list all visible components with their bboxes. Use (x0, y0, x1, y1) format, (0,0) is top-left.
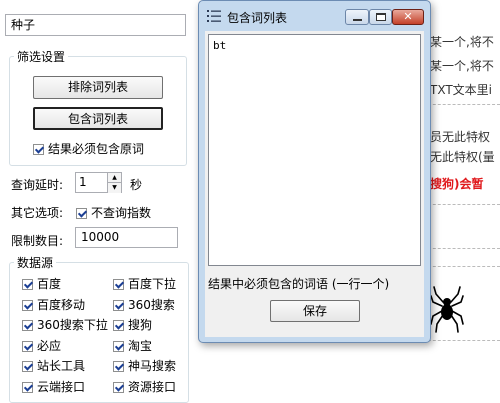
limit-input[interactable]: 10000 (75, 227, 178, 248)
data-source-legend: 数据源 (14, 254, 57, 271)
query-delay-value: 1 (79, 175, 87, 189)
spider-icon (430, 286, 464, 333)
other-options-label: 其它选项: (11, 206, 64, 220)
data-source-item[interactable]: 云端接口 (22, 378, 85, 395)
data-source-checkbox[interactable] (22, 381, 33, 393)
no-index-checkbox[interactable] (76, 208, 87, 219)
no-index-option[interactable]: 不查询指数 (76, 204, 151, 221)
data-source-label: 淘宝 (128, 338, 153, 353)
data-source-checkbox[interactable] (22, 361, 33, 372)
data-source-label: 资源接口 (128, 379, 177, 394)
data-source-label: 云端接口 (37, 379, 86, 394)
data-source-label: 搜狗 (128, 318, 153, 332)
data-source-label: 必应 (37, 338, 62, 353)
maximize-icon (376, 13, 386, 21)
data-source-item[interactable]: 站长工具 (22, 357, 85, 374)
data-source-checkbox[interactable] (22, 299, 33, 311)
data-source-checkbox[interactable] (113, 279, 124, 290)
must-include-original-option[interactable]: 结果必须包含原词 (33, 140, 144, 157)
data-source-item[interactable]: 百度移动 (22, 296, 85, 313)
query-delay-stepper[interactable]: 1 ▲ ▼ (75, 172, 122, 193)
dialog-titlebar[interactable]: 包含词列表 ✕ (199, 1, 430, 31)
limit-label: 限制数目: (11, 234, 64, 248)
data-source-label: 百度 (37, 277, 62, 291)
data-source-checkbox[interactable] (113, 340, 124, 352)
minimize-button[interactable] (345, 9, 369, 25)
data-source-label: 360搜索下拉 (37, 318, 108, 332)
data-source-checkbox[interactable] (113, 320, 124, 331)
seed-input[interactable]: 种子 (5, 14, 186, 36)
data-source-item[interactable]: 百度下拉 (113, 275, 176, 292)
dialog-hint: 结果中必须包含的词语 (一行一个) (208, 277, 390, 291)
data-source-checkbox[interactable] (113, 299, 124, 311)
query-delay-unit: 秒 (130, 178, 143, 192)
data-source-item[interactable]: 神马搜索 (113, 357, 176, 374)
data-source-item[interactable]: 搜狗 (113, 316, 152, 333)
stepper-up-icon[interactable]: ▲ (107, 173, 121, 182)
must-include-original-label: 结果必须包含原词 (48, 142, 145, 156)
filter-settings-legend: 筛选设置 (14, 48, 69, 65)
data-source-checkbox[interactable] (113, 361, 124, 372)
close-button[interactable]: ✕ (392, 9, 424, 25)
data-source-checkbox[interactable] (22, 340, 33, 352)
stepper-down-icon[interactable]: ▼ (107, 182, 121, 193)
dialog-client: bt 结果中必须包含的词语 (一行一个) 保存 (205, 31, 424, 337)
close-icon: ✕ (403, 10, 413, 23)
save-button[interactable]: 保存 (270, 300, 360, 322)
query-delay-label: 查询延时: (11, 178, 64, 192)
maximize-button[interactable] (369, 9, 392, 25)
data-source-item[interactable]: 资源接口 (113, 378, 176, 395)
data-source-label: 百度下拉 (128, 277, 177, 291)
include-list-dialog: 包含词列表 ✕ bt 结果中必须包含的词语 (一行一个) 保存 (198, 0, 431, 343)
data-source-label: 百度移动 (37, 297, 86, 312)
data-source-label: 360搜索 (128, 297, 175, 312)
data-source-item[interactable]: 必应 (22, 337, 61, 354)
dialog-title: 包含词列表 (227, 11, 288, 25)
include-words-textarea[interactable]: bt (208, 34, 421, 266)
data-source-checkbox[interactable] (22, 320, 33, 331)
data-source-item[interactable]: 百度 (22, 275, 61, 292)
data-source-checkbox[interactable] (113, 381, 124, 393)
data-source-item[interactable]: 360搜索 (113, 296, 175, 313)
no-index-label: 不查询指数 (91, 206, 152, 220)
data-source-item[interactable]: 淘宝 (113, 337, 152, 354)
data-source-label: 站长工具 (37, 359, 86, 373)
exclude-list-button[interactable]: 排除词列表 (33, 76, 163, 99)
minimize-icon (353, 19, 362, 21)
must-include-original-checkbox[interactable] (33, 144, 44, 155)
data-source-label: 神马搜索 (128, 359, 177, 373)
list-icon (207, 10, 221, 22)
data-source-checkbox[interactable] (22, 279, 33, 290)
data-source-item[interactable]: 360搜索下拉 (22, 316, 108, 333)
include-list-button[interactable]: 包含词列表 (33, 107, 163, 130)
